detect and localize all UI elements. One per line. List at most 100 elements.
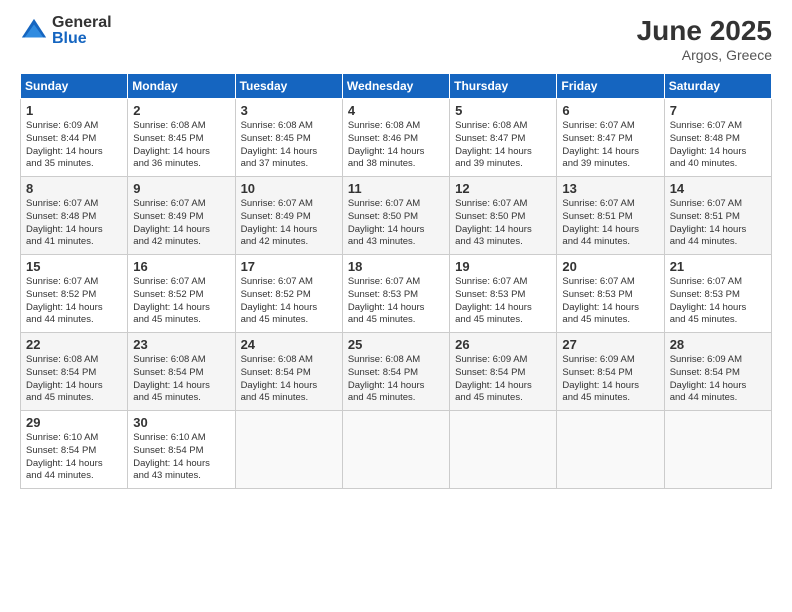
day-number: 3 [241, 103, 337, 118]
calendar-cell: 7 Sunrise: 6:07 AM Sunset: 8:48 PM Daylig… [664, 99, 771, 177]
day-info: Sunrise: 6:07 AM Sunset: 8:50 PM Dayligh… [348, 198, 444, 249]
calendar-cell: 11 Sunrise: 6:07 AM Sunset: 8:50 PM Dayli… [342, 177, 449, 255]
day-number: 21 [670, 259, 766, 274]
calendar-cell: 26 Sunrise: 6:09 AM Sunset: 8:54 PM Dayli… [450, 333, 557, 411]
calendar-cell: 4 Sunrise: 6:08 AM Sunset: 8:46 PM Daylig… [342, 99, 449, 177]
day-info: Sunrise: 6:09 AM Sunset: 8:54 PM Dayligh… [670, 354, 766, 405]
day-info: Sunrise: 6:07 AM Sunset: 8:52 PM Dayligh… [26, 276, 122, 327]
day-info: Sunrise: 6:10 AM Sunset: 8:54 PM Dayligh… [133, 432, 229, 483]
page: General Blue June 2025 Argos, Greece Sun… [0, 0, 792, 612]
calendar-week-5: 29 Sunrise: 6:10 AM Sunset: 8:54 PM Dayli… [21, 411, 772, 489]
calendar-cell: 12 Sunrise: 6:07 AM Sunset: 8:50 PM Dayli… [450, 177, 557, 255]
calendar-cell: 23 Sunrise: 6:08 AM Sunset: 8:54 PM Dayli… [128, 333, 235, 411]
calendar-cell: 30 Sunrise: 6:10 AM Sunset: 8:54 PM Dayli… [128, 411, 235, 489]
calendar-cell: 18Sunrise: 6:07 AM Sunset: 8:53 PM Dayli… [342, 255, 449, 333]
day-number: 15 [26, 259, 122, 274]
title-block: June 2025 Argos, Greece [637, 15, 772, 63]
day-number: 20 [562, 259, 658, 274]
day-info: Sunrise: 6:07 AM Sunset: 8:51 PM Dayligh… [670, 198, 766, 249]
day-number: 2 [133, 103, 229, 118]
day-number: 12 [455, 181, 551, 196]
calendar-cell [450, 411, 557, 489]
day-info: Sunrise: 6:08 AM Sunset: 8:54 PM Dayligh… [133, 354, 229, 405]
col-wednesday: Wednesday [342, 74, 449, 99]
calendar-cell: 24 Sunrise: 6:08 AM Sunset: 8:54 PM Dayli… [235, 333, 342, 411]
logo-icon [20, 17, 48, 45]
calendar-cell: 14Sunrise: 6:07 AM Sunset: 8:51 PM Dayli… [664, 177, 771, 255]
calendar-cell: 15 Sunrise: 6:07 AM Sunset: 8:52 PM Dayli… [21, 255, 128, 333]
calendar-cell [664, 411, 771, 489]
calendar-cell: 22 Sunrise: 6:08 AM Sunset: 8:54 PM Dayli… [21, 333, 128, 411]
day-number: 11 [348, 181, 444, 196]
day-number: 10 [241, 181, 337, 196]
calendar-cell: 28 Sunrise: 6:09 AM Sunset: 8:54 PM Dayli… [664, 333, 771, 411]
logo-text: General Blue [52, 15, 112, 47]
day-number: 8 [26, 181, 122, 196]
day-number: 17 [241, 259, 337, 274]
calendar-week-3: 15 Sunrise: 6:07 AM Sunset: 8:52 PM Dayli… [21, 255, 772, 333]
day-info: Sunrise: 6:09 AM Sunset: 8:44 PM Dayligh… [26, 120, 122, 171]
day-number: 9 [133, 181, 229, 196]
day-info: Sunrise: 6:10 AM Sunset: 8:54 PM Dayligh… [26, 432, 122, 483]
col-thursday: Thursday [450, 74, 557, 99]
day-info: Sunrise: 6:07 AM Sunset: 8:53 PM Dayligh… [562, 276, 658, 327]
col-saturday: Saturday [664, 74, 771, 99]
day-info: Sunrise: 6:08 AM Sunset: 8:54 PM Dayligh… [26, 354, 122, 405]
day-info: Sunrise: 6:07 AM Sunset: 8:52 PM Dayligh… [133, 276, 229, 327]
calendar-cell [557, 411, 664, 489]
logo-general-text: General [52, 15, 112, 31]
day-number: 18 [348, 259, 444, 274]
day-number: 4 [348, 103, 444, 118]
day-number: 16 [133, 259, 229, 274]
day-number: 27 [562, 337, 658, 352]
day-info: Sunrise: 6:07 AM Sunset: 8:52 PM Dayligh… [241, 276, 337, 327]
calendar-cell: 10Sunrise: 6:07 AM Sunset: 8:49 PM Dayli… [235, 177, 342, 255]
calendar-cell: 5 Sunrise: 6:08 AM Sunset: 8:47 PM Daylig… [450, 99, 557, 177]
day-number: 13 [562, 181, 658, 196]
day-number: 5 [455, 103, 551, 118]
day-number: 28 [670, 337, 766, 352]
calendar-cell [235, 411, 342, 489]
header: General Blue June 2025 Argos, Greece [20, 15, 772, 63]
day-number: 23 [133, 337, 229, 352]
day-info: Sunrise: 6:08 AM Sunset: 8:47 PM Dayligh… [455, 120, 551, 171]
day-info: Sunrise: 6:08 AM Sunset: 8:54 PM Dayligh… [348, 354, 444, 405]
calendar-cell: 1 Sunrise: 6:09 AM Sunset: 8:44 PM Daylig… [21, 99, 128, 177]
day-number: 7 [670, 103, 766, 118]
day-number: 19 [455, 259, 551, 274]
day-number: 30 [133, 415, 229, 430]
day-info: Sunrise: 6:07 AM Sunset: 8:53 PM Dayligh… [455, 276, 551, 327]
col-tuesday: Tuesday [235, 74, 342, 99]
day-info: Sunrise: 6:07 AM Sunset: 8:50 PM Dayligh… [455, 198, 551, 249]
calendar-week-2: 8 Sunrise: 6:07 AM Sunset: 8:48 PM Daylig… [21, 177, 772, 255]
calendar-cell: 13 Sunrise: 6:07 AM Sunset: 8:51 PM Dayli… [557, 177, 664, 255]
day-info: Sunrise: 6:07 AM Sunset: 8:48 PM Dayligh… [670, 120, 766, 171]
calendar-cell: 29 Sunrise: 6:10 AM Sunset: 8:54 PM Dayli… [21, 411, 128, 489]
day-number: 26 [455, 337, 551, 352]
calendar-cell: 20 Sunrise: 6:07 AM Sunset: 8:53 PM Dayli… [557, 255, 664, 333]
calendar-week-4: 22 Sunrise: 6:08 AM Sunset: 8:54 PM Dayli… [21, 333, 772, 411]
month-title: June 2025 [637, 15, 772, 47]
day-info: Sunrise: 6:08 AM Sunset: 8:54 PM Dayligh… [241, 354, 337, 405]
location-subtitle: Argos, Greece [637, 47, 772, 63]
day-info: Sunrise: 6:08 AM Sunset: 8:45 PM Dayligh… [241, 120, 337, 171]
day-info: Sunrise: 6:09 AM Sunset: 8:54 PM Dayligh… [455, 354, 551, 405]
day-number: 22 [26, 337, 122, 352]
calendar-header-row: Sunday Monday Tuesday Wednesday Thursday… [21, 74, 772, 99]
day-info: Sunrise: 6:07 AM Sunset: 8:49 PM Dayligh… [133, 198, 229, 249]
day-info: Sunrise: 6:07 AM Sunset: 8:48 PM Dayligh… [26, 198, 122, 249]
day-info: Sunrise: 6:07 AM Sunset: 8:51 PM Dayligh… [562, 198, 658, 249]
day-info: Sunrise: 6:08 AM Sunset: 8:46 PM Dayligh… [348, 120, 444, 171]
calendar-week-1: 1 Sunrise: 6:09 AM Sunset: 8:44 PM Daylig… [21, 99, 772, 177]
calendar-cell: 25Sunrise: 6:08 AM Sunset: 8:54 PM Dayli… [342, 333, 449, 411]
day-number: 1 [26, 103, 122, 118]
day-info: Sunrise: 6:07 AM Sunset: 8:53 PM Dayligh… [670, 276, 766, 327]
calendar-cell: 8 Sunrise: 6:07 AM Sunset: 8:48 PM Daylig… [21, 177, 128, 255]
calendar-cell: 2Sunrise: 6:08 AM Sunset: 8:45 PM Daylig… [128, 99, 235, 177]
calendar-cell: 6Sunrise: 6:07 AM Sunset: 8:47 PM Daylig… [557, 99, 664, 177]
day-number: 24 [241, 337, 337, 352]
calendar-cell: 21 Sunrise: 6:07 AM Sunset: 8:53 PM Dayli… [664, 255, 771, 333]
calendar-cell: 16 Sunrise: 6:07 AM Sunset: 8:52 PM Dayli… [128, 255, 235, 333]
day-number: 29 [26, 415, 122, 430]
col-sunday: Sunday [21, 74, 128, 99]
